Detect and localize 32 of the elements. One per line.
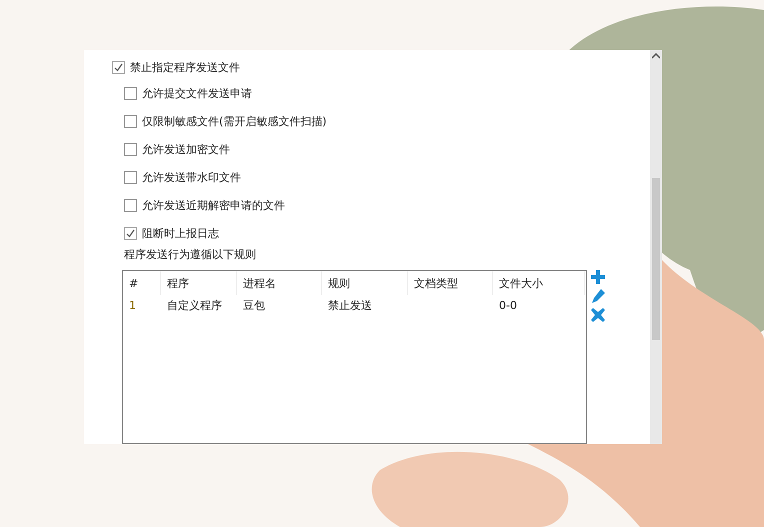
table-cell: 0-0 [499,299,517,312]
checkbox[interactable] [112,60,125,74]
checkbox[interactable] [124,198,137,212]
checkbox[interactable] [124,86,137,100]
rules-label: 程序发送行为遵循以下规则 [124,247,257,262]
checkbox[interactable] [124,142,137,156]
table-cell: 禁止发送 [328,299,372,312]
scrollbar[interactable] [650,50,662,444]
column-header[interactable]: 文件大小 [493,271,585,295]
option-label: 允许发送加密文件 [142,142,230,156]
column-header[interactable]: 进程名 [237,271,322,295]
table-cell: 自定义程序 [167,299,222,312]
scroll-up-icon[interactable] [652,53,660,59]
column-header[interactable]: 规则 [322,271,408,295]
option-label: 允许发送近期解密申请的文件 [142,198,285,212]
column-header[interactable]: # [123,271,161,295]
option-label: 阻断时上报日志 [142,226,219,240]
option-label: 允许发送带水印文件 [142,170,241,184]
scrollbar-thumb[interactable] [652,178,660,340]
checkbox[interactable] [124,226,137,240]
add-icon[interactable] [591,270,605,284]
checkbox[interactable] [124,170,137,184]
table-cell: 豆包 [243,299,265,312]
delete-icon[interactable] [591,308,605,322]
column-header[interactable]: 文档类型 [408,271,493,295]
option-label: 允许提交文件发送申请 [142,86,252,100]
option-label: 仅限制敏感文件(需开启敏感文件扫描) [142,114,327,128]
pencil-icon[interactable] [591,289,605,303]
table-cell: 1 [129,299,136,312]
option-label: 禁止指定程序发送文件 [130,60,240,74]
checkbox[interactable] [124,114,137,128]
column-header[interactable]: 程序 [161,271,237,295]
